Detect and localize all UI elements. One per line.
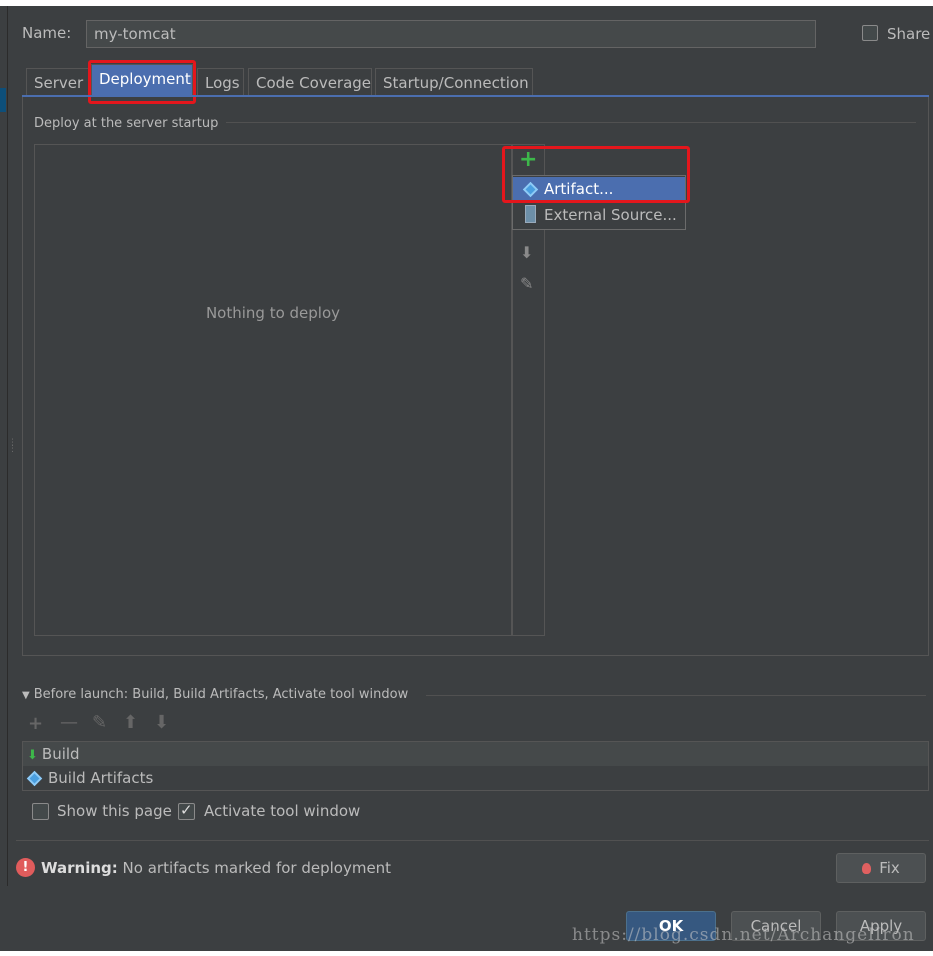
artifact-icon (26, 770, 43, 787)
left-tree-selection (0, 88, 6, 112)
deployment-list[interactable] (34, 144, 512, 636)
before-launch-title[interactable]: ▼ Before launch: Build, Build Artifacts, … (22, 687, 408, 702)
bottom-edge (0, 951, 933, 956)
tab-logs[interactable]: Logs (197, 68, 244, 97)
edit-task-icon[interactable]: ✎ (92, 712, 107, 733)
tab-panel-accent (22, 95, 929, 97)
move-down-icon[interactable]: ⬇ (520, 243, 533, 262)
deploy-section-title: Deploy at the server startup (34, 116, 219, 131)
build-icon: ⬇ (27, 748, 38, 763)
edit-icon[interactable]: ✎ (520, 274, 533, 293)
section-divider (226, 122, 916, 123)
error-icon: ! (16, 858, 35, 877)
warning-divider (16, 840, 929, 841)
highlight-add-artifact (502, 146, 690, 203)
show-page-checkbox[interactable] (32, 803, 49, 820)
name-field[interactable]: my-tomcat (86, 20, 816, 48)
menu-item-external-source[interactable]: External Source... (513, 202, 685, 226)
warning-message: Warning: No artifacts marked for deploym… (41, 859, 392, 877)
name-label: Name: (22, 24, 72, 42)
show-page-label: Show this page (57, 802, 172, 820)
bulb-icon (862, 863, 872, 874)
left-tree-pane[interactable] (0, 6, 8, 886)
remove-task-icon[interactable]: — (60, 712, 78, 733)
list-item-build[interactable]: ⬇ Build (23, 742, 928, 766)
tab-server[interactable]: Server (26, 68, 89, 97)
tab-startup-connection[interactable]: Startup/Connection (375, 68, 533, 97)
share-label: Share (887, 25, 931, 43)
fix-button[interactable]: Fix (836, 853, 926, 883)
splitter-grip[interactable]: ⋮ ⋮ (8, 439, 17, 464)
list-item-build-artifacts[interactable]: Build Artifacts (23, 766, 928, 790)
top-edge (0, 0, 933, 6)
move-up-icon[interactable]: ⬆ (123, 712, 138, 733)
share-checkbox[interactable] (862, 25, 878, 41)
empty-list-text: Nothing to deploy (205, 304, 341, 322)
before-launch-list: ⬇ Build Build Artifacts (22, 741, 929, 791)
add-task-icon[interactable]: + (28, 714, 43, 734)
activate-tool-window-checkbox[interactable]: ✓ (178, 801, 195, 820)
collapse-triangle-icon: ▼ (22, 690, 30, 701)
activate-tool-window-label: Activate tool window (204, 802, 361, 820)
check-icon: ✓ (180, 801, 193, 819)
archive-icon (525, 205, 536, 223)
tab-code-coverage[interactable]: Code Coverage (248, 68, 372, 97)
before-launch-divider (426, 695, 926, 696)
move-down-task-icon[interactable]: ⬇ (154, 712, 169, 733)
watermark: https://blog.csdn.net/ArchangelIron (572, 925, 915, 945)
